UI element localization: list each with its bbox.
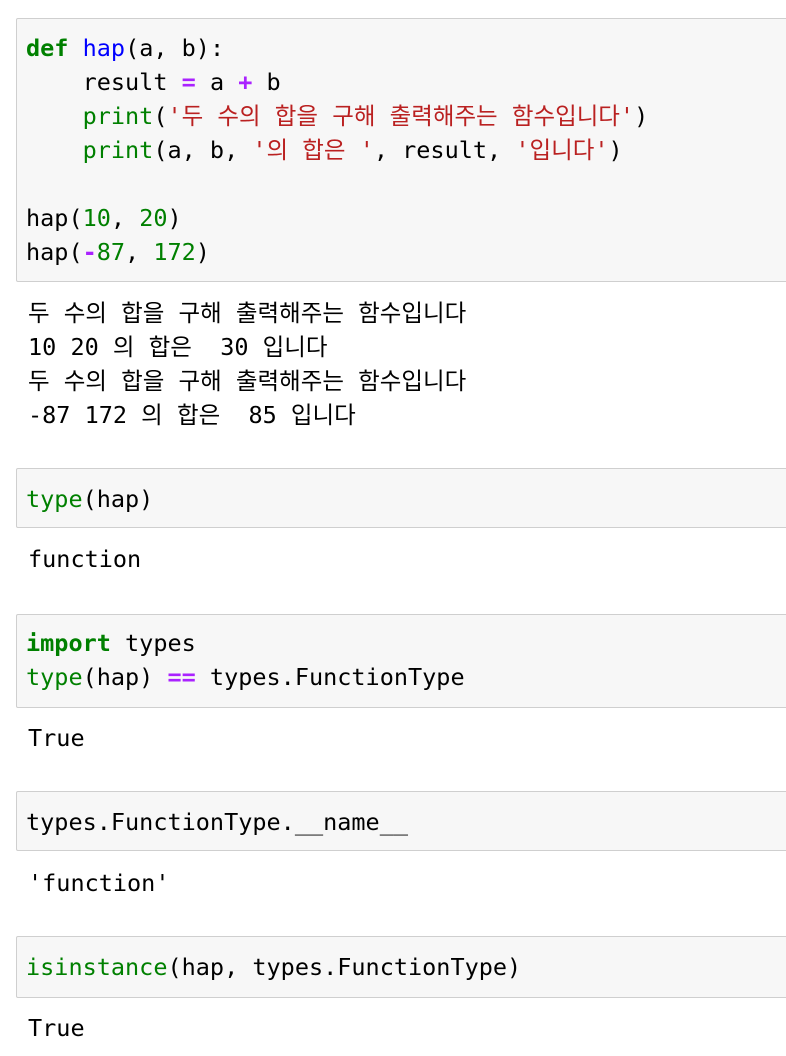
cell-output-5: True: [28, 1014, 85, 1042]
output-line: 두 수의 합을 구해 출력해주는 함수입니다: [28, 299, 467, 327]
cell-output-1: 두 수의 합을 구해 출력해주는 함수입니다 10 20 의 합은 30 입니다…: [28, 296, 466, 432]
output-line: -87 172 의 합은 85 입니다: [28, 401, 356, 429]
cell-output-4: 'function': [28, 869, 170, 897]
code-input-1[interactable]: def hap(a, b): result = a + b print('두 수…: [26, 31, 648, 269]
code-input-4[interactable]: types.FunctionType.__name__: [26, 805, 408, 839]
output-line: 두 수의 합을 구해 출력해주는 함수입니다: [28, 367, 467, 395]
code-input-2[interactable]: type(hap): [26, 482, 153, 516]
code-line: type(hap) == types.FunctionType: [26, 663, 465, 691]
code-line: hap(-87, 172): [26, 238, 210, 266]
cell-output-2: function: [28, 545, 142, 573]
output-line: 10 20 의 합은 30 입니다: [28, 333, 328, 361]
code-line: hap(10, 20): [26, 204, 182, 232]
code-line: print('두 수의 합을 구해 출력해주는 함수입니다'): [82, 102, 649, 130]
code-line: print(a, b, '의 합은 ', result, '입니다'): [82, 136, 623, 164]
code-line: import types: [26, 629, 196, 657]
code-input-3[interactable]: import types type(hap) == types.Function…: [26, 626, 465, 694]
code-input-5[interactable]: isinstance(hap, types.FunctionType): [26, 950, 521, 984]
cell-output-3: True: [28, 724, 85, 752]
code-line: def hap(a, b):: [26, 34, 225, 62]
code-line: result = a + b: [82, 68, 281, 96]
